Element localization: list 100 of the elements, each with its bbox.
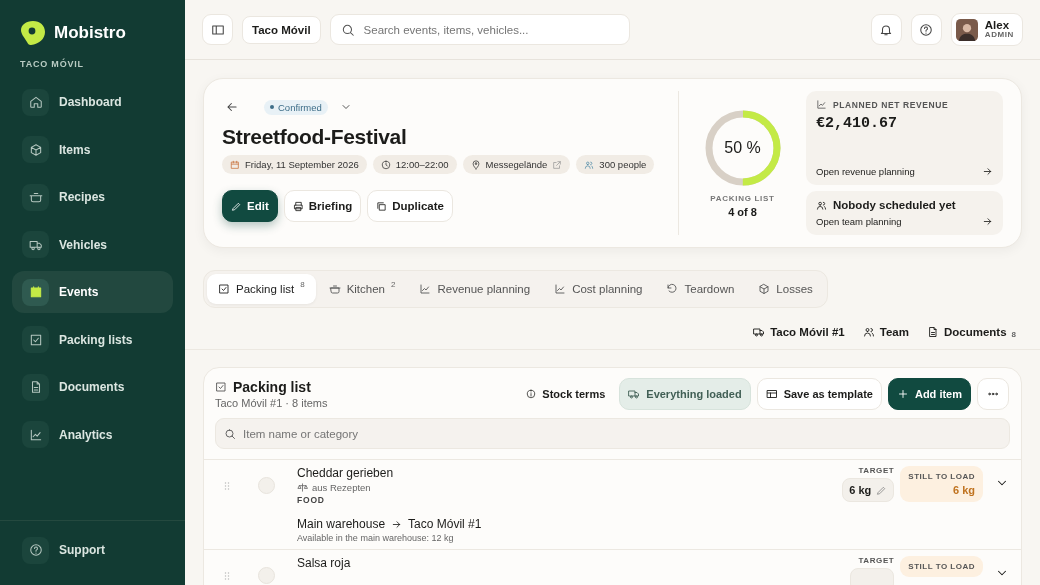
arrow-right-icon — [391, 518, 403, 530]
drag-handle-icon[interactable] — [224, 571, 230, 581]
user-name: Alex — [984, 19, 1011, 32]
still-label: STILL TO LOAD — [908, 472, 975, 481]
user-menu[interactable]: Alex ADMIN — [950, 13, 1023, 46]
chip-label: Friday, 11 September 2026 — [245, 159, 359, 170]
target-label: TARGET — [858, 556, 895, 565]
user-role: ADMIN — [984, 31, 1014, 40]
box-icon — [28, 142, 43, 157]
add-item-button[interactable]: Add item — [887, 378, 971, 410]
still-label: STILL TO LOAD — [908, 562, 975, 571]
help-button[interactable] — [910, 14, 942, 45]
workspace-button[interactable]: Taco Móvil — [242, 15, 321, 44]
briefing-button[interactable]: Briefing — [283, 190, 362, 222]
people-icon — [584, 159, 595, 170]
tab[interactable]: Losses — [747, 274, 824, 304]
drag-handle-icon[interactable] — [224, 481, 230, 491]
tab[interactable]: Teardown — [655, 274, 746, 304]
duplicate-button[interactable]: Duplicate — [367, 190, 453, 222]
checklist-icon — [215, 381, 227, 393]
item-name: Cheddar gerieben — [297, 466, 395, 480]
nav-item[interactable]: Items — [12, 128, 173, 171]
tab[interactable]: Kitchen $^{2}$ — [317, 274, 407, 304]
nav-item[interactable]: Vehicles — [12, 223, 173, 266]
calendar-icon — [230, 159, 240, 170]
route-destination: Taco Móvil #1 — [408, 517, 482, 531]
tab[interactable]: Revenue planning — [408, 274, 542, 304]
resource-link[interactable]: Taco Móvil #1 — [753, 324, 845, 339]
tab-count: 8 — [300, 280, 305, 289]
save-template-button[interactable]: Save as template — [756, 378, 882, 410]
truck-icon — [753, 325, 766, 338]
logo-icon — [20, 20, 46, 46]
box-icon — [758, 283, 771, 295]
chip-label: Messegelände — [485, 159, 548, 170]
pencil-icon — [231, 200, 242, 212]
nav-item[interactable]: Packing lists — [12, 318, 173, 361]
printer-icon — [292, 200, 304, 212]
team-status: Nobody scheduled yet — [833, 199, 956, 211]
bell-icon — [879, 22, 894, 37]
workspace-label: TACO MÓVIL — [19, 57, 85, 69]
edit-button[interactable]: Edit — [222, 190, 278, 222]
loaded-checkbox[interactable] — [258, 477, 275, 494]
stock-terms-link[interactable]: Stock terms — [526, 378, 614, 410]
search-field[interactable]: Search events, items, vehicles... — [329, 14, 630, 45]
pencil-icon — [876, 484, 888, 496]
sidebar-toggle-button[interactable] — [202, 14, 233, 45]
item-search-field[interactable]: Item name or category — [215, 418, 1010, 449]
info-icon — [526, 389, 537, 399]
still-value: 6 kg — [953, 484, 975, 496]
copy-icon — [376, 200, 388, 212]
chart-icon — [554, 283, 567, 295]
item-category: FOOD — [297, 495, 326, 505]
help-icon — [919, 22, 934, 37]
target-field[interactable]: 6 kg — [842, 478, 895, 502]
undo-icon — [666, 283, 679, 295]
revenue-label: PLANNED NET REVENUE — [833, 99, 949, 110]
notifications-button[interactable] — [870, 14, 902, 45]
brand-name: Mobistro — [54, 23, 126, 43]
nav-item[interactable]: Documents — [12, 366, 173, 408]
item-name: Salsa roja — [297, 556, 352, 570]
template-icon — [765, 388, 778, 400]
chip-label: 12:00–22:00 — [395, 159, 449, 170]
tab-count: 2 — [391, 280, 396, 289]
tab[interactable]: Cost planning — [543, 274, 654, 304]
team-planning-link[interactable]: Open team planning — [816, 216, 993, 227]
section-subtitle: Taco Móvil #1 · 8 items — [215, 397, 328, 409]
nav-item[interactable]: Events — [12, 271, 173, 313]
loaded-checkbox[interactable] — [258, 567, 275, 584]
everything-loaded-button[interactable]: Everything loaded — [619, 378, 751, 410]
progress-percent: 50 % — [723, 138, 762, 158]
checklist-icon — [28, 332, 43, 347]
arrow-right-icon — [982, 166, 993, 177]
people-icon — [862, 325, 875, 338]
nav-item[interactable]: Recipes — [12, 176, 173, 218]
item-source: aus Rezepten — [312, 482, 371, 493]
status-badge[interactable]: Confirmed — [264, 99, 328, 115]
support-link[interactable]: Support — [12, 529, 173, 571]
chart-icon — [28, 427, 43, 442]
nav-item[interactable]: Dashboard — [12, 81, 173, 123]
pot-icon — [28, 190, 43, 204]
resource-link[interactable]: Team — [862, 324, 909, 339]
chart-icon — [816, 99, 827, 110]
availability-note: Available in the main warehouse: 12 kg — [297, 533, 455, 543]
chart-icon — [419, 283, 432, 295]
nav-item[interactable]: Analytics — [12, 413, 173, 456]
progress-label: PACKING LIST — [710, 194, 775, 203]
tab[interactable]: Packing list $^{8}$ — [207, 274, 316, 304]
target-field[interactable] — [850, 568, 895, 585]
people-icon — [816, 199, 827, 211]
revenue-planning-link[interactable]: Open revenue planning — [816, 166, 993, 177]
avatar — [955, 18, 978, 41]
truck-icon — [628, 388, 641, 400]
info-chip[interactable]: Messegelände — [462, 155, 571, 174]
revenue-value: €2,410.67 — [816, 115, 898, 132]
link-count: 8 — [1011, 330, 1016, 339]
document-icon — [926, 325, 939, 338]
checklist-icon — [218, 283, 230, 295]
pot-icon — [328, 283, 341, 295]
help-icon — [28, 543, 43, 557]
route-origin: Main warehouse — [297, 517, 386, 531]
